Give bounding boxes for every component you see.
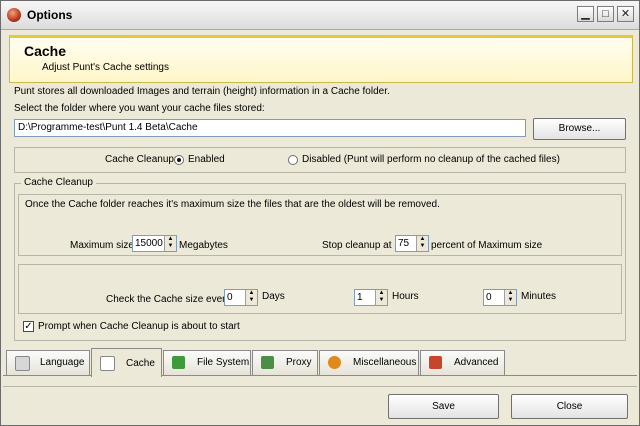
close-window-button[interactable]: ✕ bbox=[617, 6, 634, 22]
tab-miscellaneous[interactable]: Miscellaneous bbox=[319, 350, 419, 375]
file-system-icon bbox=[172, 356, 185, 369]
cache-cleanup-group: Cache Cleanup Once the Cache folder reac… bbox=[14, 177, 626, 341]
minimize-button[interactable]: ▁ bbox=[577, 6, 594, 22]
tab-cache[interactable]: Cache bbox=[91, 348, 162, 377]
days-stepper[interactable]: 0 ▲ ▼ bbox=[224, 289, 258, 306]
tab-file-system[interactable]: File System bbox=[163, 350, 251, 375]
language-icon bbox=[15, 356, 30, 371]
tab-proxy-label: Proxy bbox=[286, 357, 312, 368]
max-size-label: Maximum size: bbox=[70, 240, 137, 251]
cleanup-mode-label: Cache Cleanup: bbox=[105, 154, 177, 165]
tab-language-label: Language bbox=[40, 357, 85, 368]
tab-cache-label: Cache bbox=[126, 358, 155, 369]
header-panel: Cache Adjust Punt's Cache settings bbox=[9, 35, 633, 83]
page-title: Cache bbox=[24, 43, 67, 59]
cleanup-enabled-label[interactable]: Enabled bbox=[188, 154, 225, 165]
cleanup-mode-group: Cache Cleanup: Enabled Disabled (Punt wi… bbox=[14, 147, 626, 173]
tab-advanced[interactable]: Advanced bbox=[420, 350, 505, 375]
browse-button[interactable]: Browse... bbox=[533, 118, 626, 140]
max-size-spin-arrows[interactable]: ▲ ▼ bbox=[164, 236, 176, 251]
minutes-spin-arrows[interactable]: ▲ ▼ bbox=[504, 290, 516, 305]
cleanup-disabled-radio[interactable] bbox=[288, 155, 298, 165]
tab-proxy[interactable]: Proxy bbox=[252, 350, 318, 375]
tab-file-system-label: File System bbox=[197, 357, 250, 368]
stop-cleanup-spin-arrows[interactable]: ▲ ▼ bbox=[416, 236, 428, 251]
days-value: 0 bbox=[227, 292, 233, 303]
maximize-button[interactable]: □ bbox=[597, 6, 614, 22]
folder-prompt: Select the folder where you want your ca… bbox=[14, 103, 265, 114]
close-button[interactable]: Close bbox=[511, 394, 628, 419]
minutes-stepper[interactable]: 0 ▲ ▼ bbox=[483, 289, 517, 306]
stop-cleanup-label: Stop cleanup at bbox=[322, 240, 392, 251]
tab-language[interactable]: Language bbox=[6, 350, 90, 375]
check-interval-label: Check the Cache size every: bbox=[106, 294, 234, 305]
max-size-stepper[interactable]: 15000 ▲ ▼ bbox=[132, 235, 177, 252]
minutes-value: 0 bbox=[486, 292, 492, 303]
tab-advanced-label: Advanced bbox=[454, 357, 499, 368]
proxy-icon bbox=[261, 356, 274, 369]
stop-cleanup-unit: percent of Maximum size bbox=[431, 240, 543, 251]
max-size-unit: Megabytes bbox=[179, 240, 228, 251]
tab-miscellaneous-label: Miscellaneous bbox=[353, 357, 417, 368]
minutes-unit: Minutes bbox=[521, 291, 557, 302]
hours-stepper[interactable]: 1 ▲ ▼ bbox=[354, 289, 388, 306]
cleanup-disabled-label[interactable]: Disabled (Punt will perform no cleanup o… bbox=[302, 154, 560, 165]
stop-cleanup-value: 75 bbox=[398, 238, 410, 249]
app-icon bbox=[7, 8, 21, 22]
stop-cleanup-stepper[interactable]: 75 ▲ ▼ bbox=[395, 235, 429, 252]
cache-folder-input[interactable]: D:\Programme-test\Punt 1.4 Beta\Cache bbox=[14, 119, 526, 137]
cleanup-description: Once the Cache folder reaches it's maxim… bbox=[25, 199, 440, 210]
cache-cleanup-group-title: Cache Cleanup bbox=[21, 177, 96, 188]
cache-description: Punt stores all downloaded Images and te… bbox=[14, 86, 390, 97]
miscellaneous-icon bbox=[328, 356, 341, 369]
max-size-value: 15000 bbox=[135, 238, 163, 249]
window-title: Options bbox=[27, 8, 73, 22]
days-spin-arrows[interactable]: ▲ ▼ bbox=[245, 290, 257, 305]
days-unit: Days bbox=[262, 291, 285, 302]
cache-icon bbox=[100, 356, 115, 371]
advanced-icon bbox=[429, 356, 442, 369]
prompt-cleanup-label[interactable]: Prompt when Cache Cleanup is about to st… bbox=[38, 321, 240, 332]
size-settings-box: Once the Cache folder reaches it's maxim… bbox=[18, 194, 622, 256]
hours-spin-arrows[interactable]: ▲ ▼ bbox=[375, 290, 387, 305]
title-bar[interactable]: Options ▁ □ ✕ bbox=[1, 1, 639, 30]
footer-divider bbox=[3, 386, 637, 387]
hours-unit: Hours bbox=[392, 291, 419, 302]
prompt-cleanup-checkbox[interactable]: ✓ bbox=[23, 321, 34, 332]
interval-settings-box: Check the Cache size every: 0 ▲ ▼ Days 1 … bbox=[18, 264, 622, 314]
cleanup-enabled-radio[interactable] bbox=[174, 155, 184, 165]
save-button[interactable]: Save bbox=[388, 394, 499, 419]
hours-value: 1 bbox=[357, 292, 363, 303]
options-window: Options ▁ □ ✕ Cache Adjust Punt's Cache … bbox=[0, 0, 640, 426]
page-subtitle: Adjust Punt's Cache settings bbox=[42, 62, 169, 73]
